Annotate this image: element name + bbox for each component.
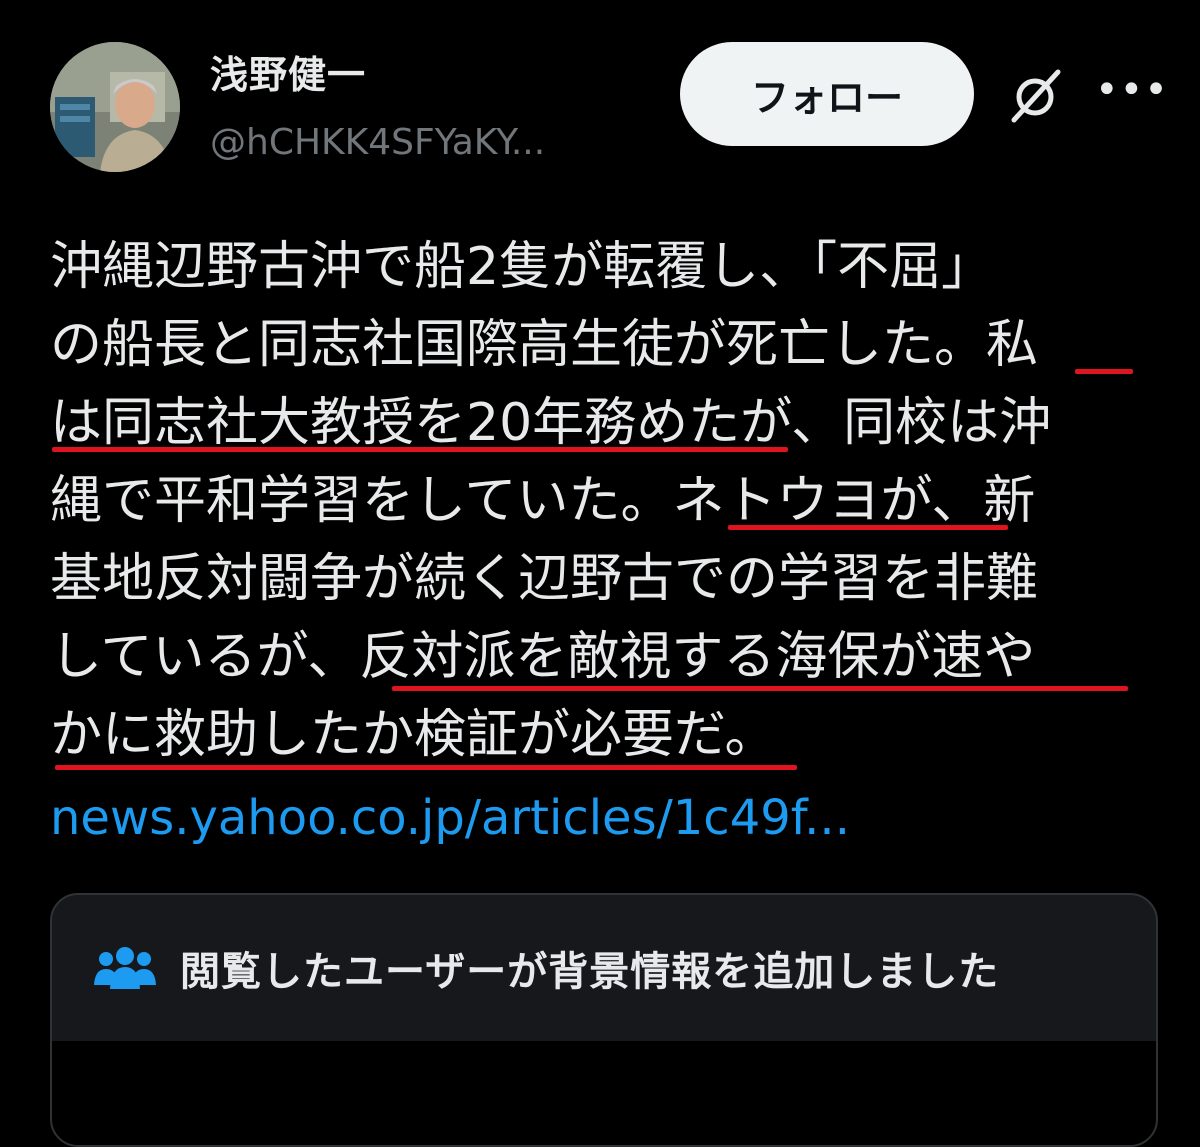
people-group-icon (94, 947, 156, 989)
tweet-line: 沖縄辺野古沖で船2隻が転覆し、「不屈」 (50, 237, 994, 297)
avatar-photo (50, 42, 180, 172)
community-note-card[interactable]: 閲覧したユーザーが背景情報を追加しました (50, 893, 1158, 1147)
tweet-line: しているが、反対派を敵視する海保が速や (50, 627, 1036, 687)
avatar[interactable] (50, 42, 180, 172)
author-name[interactable]: 浅野健一 (210, 44, 366, 99)
tweet-line: 基地反対闘争が続く辺野古での学習を非難 (50, 549, 1039, 609)
community-note-body (52, 1041, 1156, 1145)
highlight-underline (1075, 369, 1133, 374)
community-note-header[interactable]: 閲覧したユーザーが背景情報を追加しました (52, 895, 1156, 1041)
tweet-text: 沖縄辺野古沖で船2隻が転覆し、「不屈」 の船長と同志社国際高生徒が死亡した。私 … (50, 228, 1170, 774)
author-handle[interactable]: @hCHKK4SFYaKY... (210, 122, 545, 163)
follow-button[interactable]: フォロー (680, 42, 974, 146)
tweet-line: かに救助したか検証が必要だ。 (50, 705, 777, 765)
more-options-icon[interactable]: ••• (1095, 70, 1168, 118)
article-link[interactable]: news.yahoo.co.jp/articles/1c49f... (50, 790, 850, 846)
tweet-line: の船長と同志社国際高生徒が死亡した。私 (50, 315, 1039, 375)
highlight-underline (52, 447, 788, 452)
community-note-title: 閲覧したユーザーが背景情報を追加しました (180, 949, 1000, 995)
highlight-underline (392, 686, 1128, 691)
grok-icon[interactable] (1000, 62, 1070, 132)
highlight-underline (728, 525, 1008, 530)
highlight-underline (55, 765, 797, 770)
